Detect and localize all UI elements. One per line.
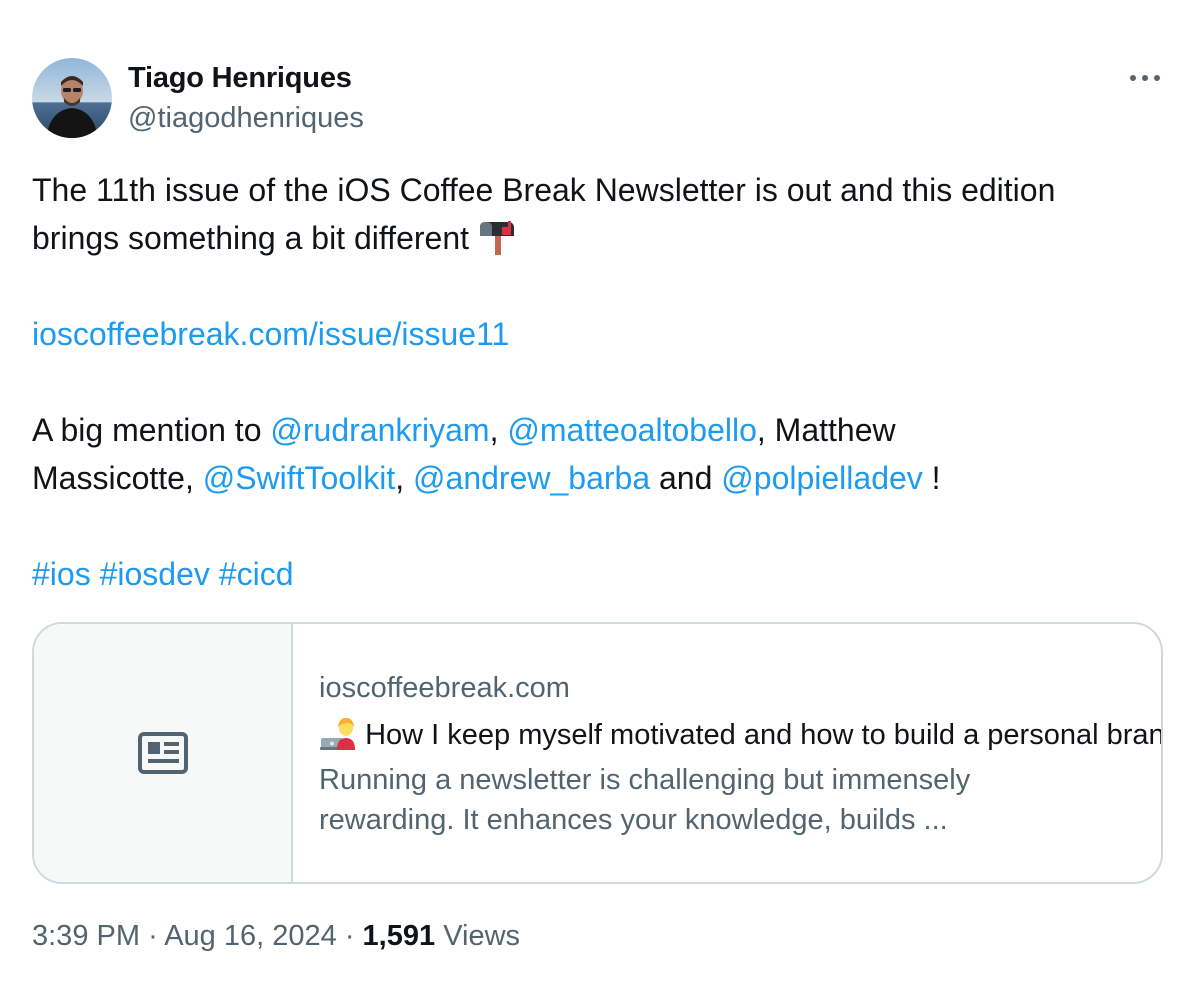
plain-name-first: Matthew <box>774 412 896 448</box>
tweet-url-link[interactable]: ioscoffeebreak.com/issue/issue11 <box>32 316 509 352</box>
more-options-button[interactable] <box>1122 60 1168 96</box>
newspaper-icon <box>137 732 188 774</box>
hashtag-cicd[interactable]: #cicd <box>219 556 294 592</box>
mention-andrew-barba[interactable]: @andrew_barba <box>413 460 650 496</box>
link-preview-card[interactable]: ioscoffeebreak.com How I keep myself mot… <box>32 622 1163 884</box>
mention-rudrankriyam[interactable]: @rudrankriyam <box>270 412 489 448</box>
tweet-date[interactable]: Aug 16, 2024 <box>164 920 337 952</box>
comma-separator: , <box>756 412 775 448</box>
tweet-text-line-2-content: brings something a bit different <box>32 220 469 256</box>
mention-swifttoolkit[interactable]: @SwiftToolkit <box>203 460 396 496</box>
card-domain: ioscoffeebreak.com <box>319 672 570 704</box>
author-name[interactable]: Tiago Henriques <box>128 62 352 95</box>
author-handle[interactable]: @tiagodhenriques <box>128 102 364 135</box>
mention-matteoaltobello[interactable]: @matteoaltobello <box>507 412 757 448</box>
card-description: Running a newsletter is challenging but … <box>319 764 971 836</box>
technologist-emoji-icon <box>319 716 357 758</box>
tweet: Tiago Henriques @tiagodhenriques The 11t… <box>0 0 1192 984</box>
tweet-url-line: ioscoffeebreak.com/issue/issue11 <box>32 310 1172 358</box>
hashtags-line: #ios #iosdev #cicd <box>32 550 1172 598</box>
card-body: ioscoffeebreak.com How I keep myself mot… <box>319 624 1161 882</box>
comma-separator: , <box>489 412 508 448</box>
views-count: 1,591 <box>362 920 436 952</box>
plain-name-last: Massicotte, <box>32 460 203 496</box>
tweet-time[interactable]: 3:39 PM <box>32 920 140 952</box>
card-title: How I keep myself motivated and how to b… <box>319 716 1163 758</box>
meta-separator: · <box>344 920 355 952</box>
hashtag-iosdev[interactable]: #iosdev <box>100 556 210 592</box>
tweet-meta: 3:39 PM · Aug 16, 2024 · 1,591 Views <box>32 920 520 953</box>
comma-separator: , <box>395 460 414 496</box>
tweet-text-line-1: The 11th issue of the iOS Coffee Break N… <box>32 172 1056 208</box>
views-label: Views <box>443 920 521 952</box>
meta-separator: · <box>148 920 158 952</box>
card-title-text: How I keep myself motivated and how to b… <box>365 719 1163 751</box>
tweet-mentions-line-2: Massicotte, @SwiftToolkit, @andrew_barba… <box>32 454 1172 502</box>
tweet-mentions-line-1: A big mention to @rudrankriyam, @matteoa… <box>32 406 1172 454</box>
end-text: ! <box>922 460 941 496</box>
tweet-text-line-2: brings something a bit different <box>32 214 1172 268</box>
and-text: and <box>650 460 722 496</box>
mention-polpielladev[interactable]: @polpielladev <box>721 460 923 496</box>
hashtag-ios[interactable]: #ios <box>32 556 91 592</box>
more-horizontal-icon <box>1130 75 1160 81</box>
avatar[interactable] <box>32 58 112 138</box>
card-thumbnail <box>34 624 293 882</box>
mailbox-emoji-icon <box>478 220 516 268</box>
mention-prefix: A big mention to <box>32 412 271 448</box>
